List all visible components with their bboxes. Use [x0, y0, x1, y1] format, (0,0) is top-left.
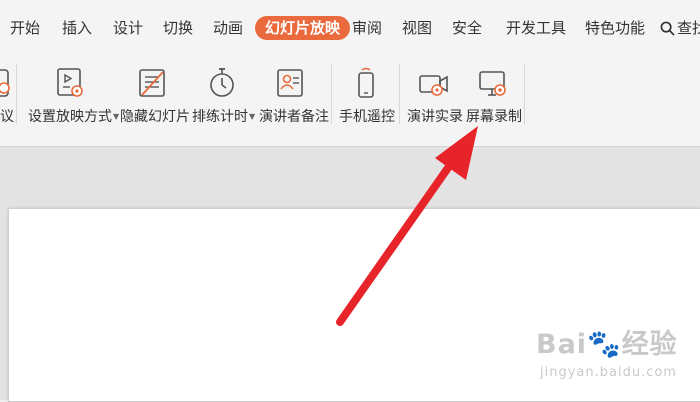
watermark-brand: Bai [536, 329, 588, 360]
baidu-jingyan-watermark: Bai🐾经验 jingyan.baidu.com [536, 322, 678, 380]
watermark-url: jingyan.baidu.com [540, 365, 677, 380]
paw-icon: 🐾 [587, 329, 622, 360]
watermark-brand-suffix: 经验 [621, 329, 678, 360]
